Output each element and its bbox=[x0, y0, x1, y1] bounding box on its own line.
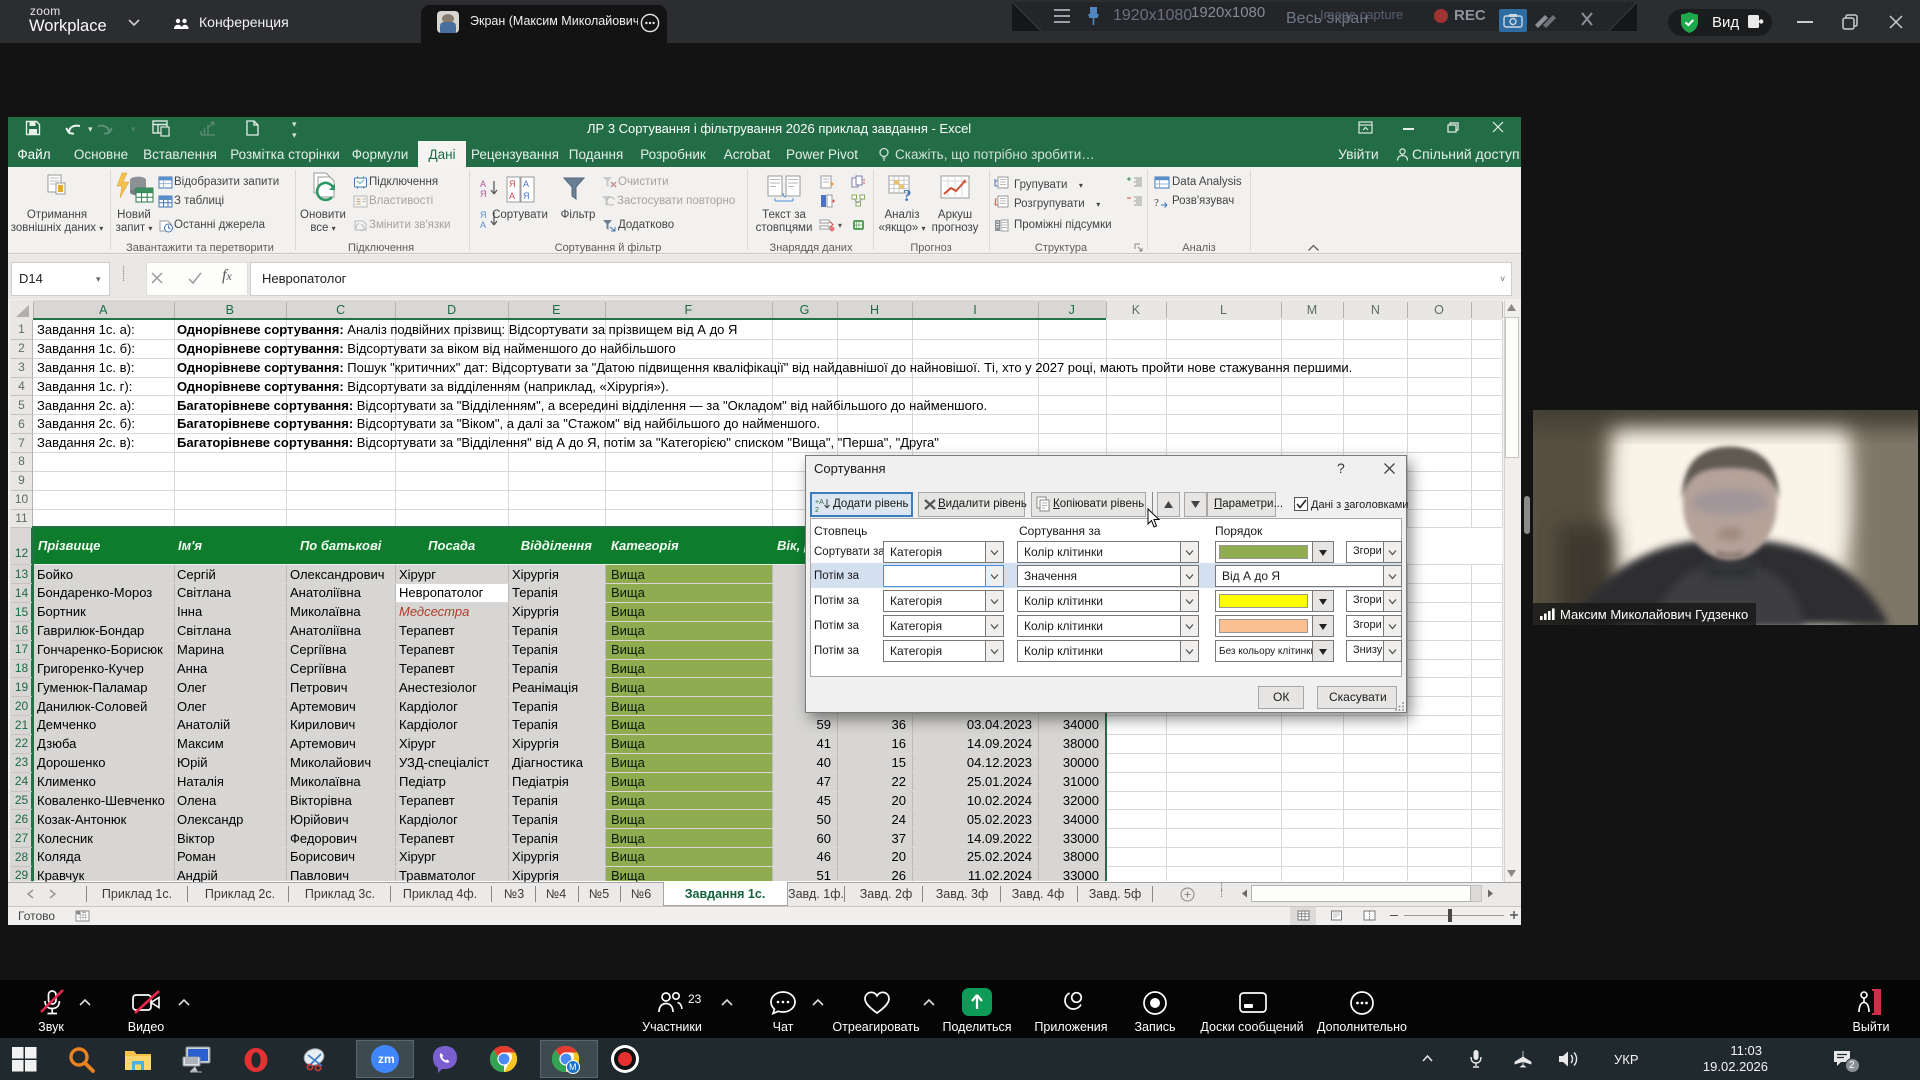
svg-text:А: А bbox=[523, 179, 529, 189]
svg-text:?: ? bbox=[903, 186, 912, 203]
svg-text:+A: +A bbox=[815, 499, 824, 506]
svg-text:А: А bbox=[480, 220, 486, 230]
svg-text:2: 2 bbox=[815, 507, 819, 512]
svg-text:?: ? bbox=[1154, 197, 1159, 208]
svg-text:Я: Я bbox=[509, 179, 516, 189]
svg-text:Я: Я bbox=[523, 191, 530, 201]
svg-text:А: А bbox=[509, 191, 515, 201]
svg-text:А: А bbox=[480, 179, 486, 189]
svg-text:Я: Я bbox=[480, 189, 487, 199]
svg-text:Я: Я bbox=[480, 210, 487, 220]
